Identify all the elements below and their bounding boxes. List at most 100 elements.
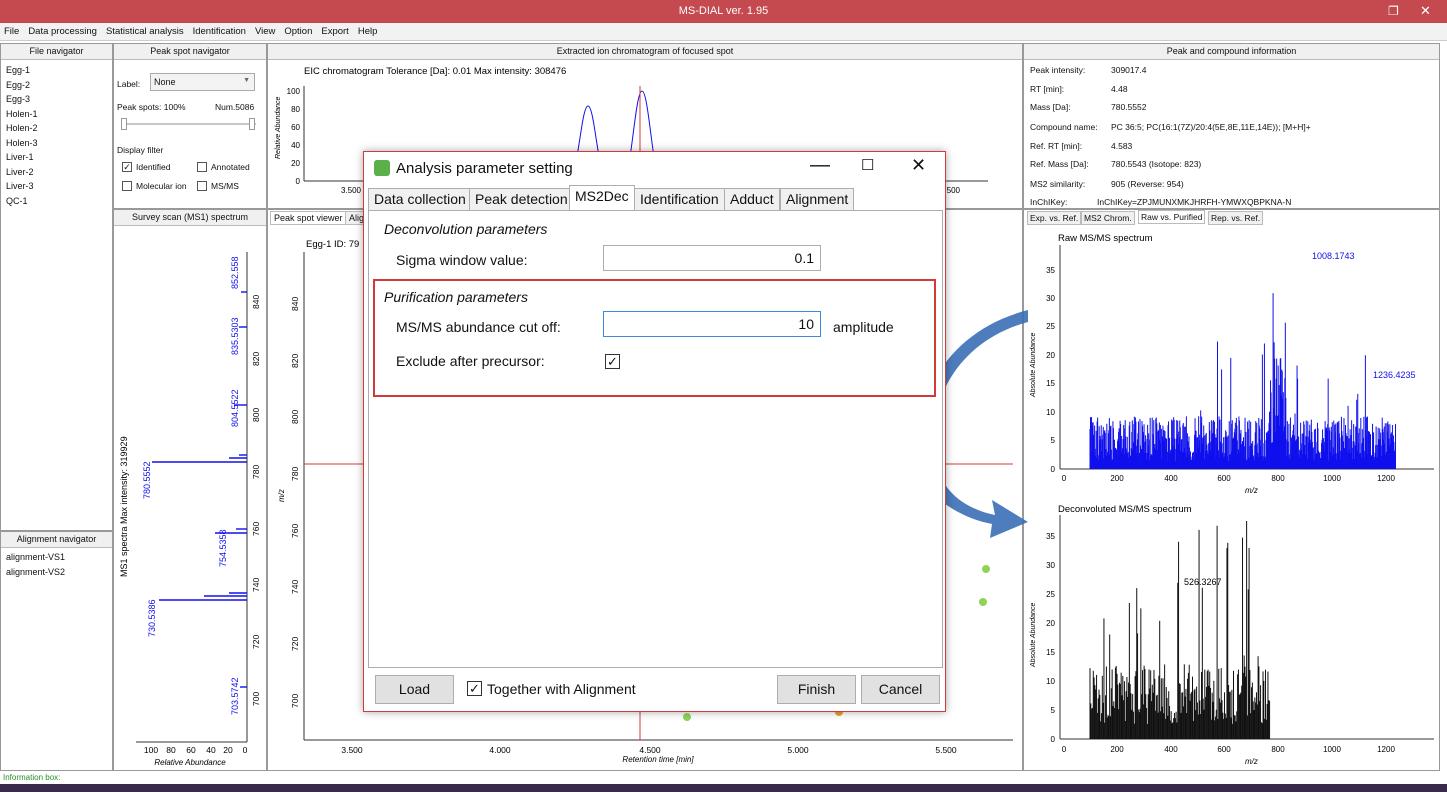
menu-help[interactable]: Help [354,23,383,37]
alignment-item[interactable]: alignment-VS1 [1,550,112,565]
peak-spot-navigator-panel: Peak spot navigator Label: None ▼ Peak sp… [113,43,267,209]
msms-checkbox[interactable]: MS/MS [197,180,239,192]
menu-file[interactable]: File [0,23,24,37]
tab-adduct[interactable]: Adduct [724,188,780,210]
info-value: 309017.4 [1111,65,1147,75]
tab-peak-spot-viewer[interactable]: Peak spot viewer [270,211,347,225]
file-item[interactable]: QC-1 [1,194,112,209]
peak-viewer-yticks: 840 820 800 780 760 740 720 700 [290,297,300,708]
app-icon [374,160,390,176]
tick-label: 800 [290,410,300,424]
menu-export[interactable]: Export [317,23,353,37]
file-item[interactable]: Holen-1 [1,107,112,122]
survey-xticks: 100 80 60 40 20 0 [144,745,248,755]
label-dropdown[interactable]: None ▼ [150,73,255,91]
peak-spot-dot[interactable] [982,565,990,573]
tab-identification[interactable]: Identification [634,188,725,210]
file-item[interactable]: Egg-3 [1,92,112,107]
info-value: 780.5543 (Isotope: 823) [1111,159,1202,169]
check-icon: ✓ [469,681,480,696]
info-value: 780.5552 [1111,102,1147,112]
raw-peak-label: 1008.1743 [1312,251,1355,261]
tick-label: 100 [287,87,301,96]
file-item[interactable]: Egg-2 [1,78,112,93]
minimize-icon[interactable]: — [810,154,830,177]
tick-label: 25 [1046,590,1055,599]
peak-label: 754.5358 [218,529,228,567]
slider-thumb-right[interactable] [249,118,255,130]
tick-label: 800 [1271,745,1285,754]
tick-label: 5.500 [935,745,957,755]
slider-thumb-left[interactable] [121,118,127,130]
peak-label: 852.558 [230,256,240,289]
identified-label: Identified [136,162,171,172]
check-icon: ✓ [122,161,132,172]
tick-label: 4.000 [489,745,511,755]
tick-label: 700 [290,694,300,708]
file-item[interactable]: Liver-3 [1,179,112,194]
alignment-navigator-panel: Alignment navigator alignment-VS1 alignm… [0,531,113,771]
tick-label: 40 [291,141,300,150]
info-box: Information box: [0,772,1447,784]
tick-label: 60 [291,123,300,132]
menu-statistical-analysis[interactable]: Statistical analysis [102,23,189,37]
file-item[interactable]: Liver-2 [1,165,112,180]
peak-filter-slider-track[interactable] [122,123,256,125]
sigma-input[interactable]: 0.1 [603,245,821,271]
survey-peak-labels: 852.558 835.5303 804.5522 780.5552 754.5… [142,256,240,715]
tick-label: 20 [291,159,300,168]
peak-spot-dot[interactable] [979,598,987,606]
file-item[interactable]: Holen-2 [1,121,112,136]
survey-scan-panel: Survey scan (MS1) spectrum MS1 spectra M… [113,209,267,771]
menu-identification[interactable]: Identification [189,23,251,37]
menu-view[interactable]: View [251,23,280,37]
alignment-item[interactable]: alignment-VS2 [1,565,112,580]
tab-peak-detection[interactable]: Peak detection [469,188,574,210]
restore-icon[interactable]: ❐ [1388,4,1399,18]
load-button[interactable]: Load [375,675,454,704]
info-value: PC 36:5; PC(16:1(7Z)/20:4(5E,8E,11E,14E)… [1111,122,1311,132]
cutoff-input[interactable]: 10 [603,311,821,337]
tick-label: 15 [1046,648,1055,657]
exclude-checkbox[interactable]: ✓ [605,354,620,369]
label-caption: Label: [117,79,141,89]
tab-alignment[interactable]: Alignment [780,188,855,210]
info-key: Compound name: [1030,122,1098,132]
tab-rep-vs-ref[interactable]: Rep. vs. Ref. [1208,211,1264,225]
together-checkbox[interactable]: ✓ [467,681,482,696]
tick-label: 780 [290,467,300,481]
tab-ms2-chrom[interactable]: MS2 Chrom. [1081,211,1135,225]
finish-button[interactable]: Finish [777,675,856,704]
deconv-ylabel: Absolute Abundance [1030,603,1037,668]
annotated-checkbox[interactable]: Annotated [197,161,250,173]
tick-label: 760 [290,524,300,538]
tick-label: 820 [251,352,261,366]
file-item[interactable]: Holen-3 [1,136,112,151]
tick-label: 15 [1046,379,1055,388]
peak-spot-dot[interactable] [683,713,691,721]
identified-checkbox[interactable]: ✓ Identified [122,161,171,173]
menu-option[interactable]: Option [280,23,317,37]
close-icon[interactable]: ✕ [911,155,926,176]
maximize-icon[interactable]: ☐ [861,156,874,174]
cancel-button[interactable]: Cancel [861,675,940,704]
dialog-title: Analysis parameter setting [396,160,573,177]
file-item[interactable]: Liver-1 [1,150,112,165]
tick-label: 1000 [1323,745,1341,754]
tab-data-collection[interactable]: Data collection [368,188,472,210]
eic-title: EIC chromatogram Tolerance [Da]: 0.01 Ma… [304,66,566,77]
tab-raw-vs-purified[interactable]: Raw vs. Purified [1138,210,1206,224]
tick-label: 5.000 [787,745,809,755]
tab-exp-vs-ref[interactable]: Exp. vs. Ref. [1027,211,1082,225]
menu-data-processing[interactable]: Data processing [24,23,102,37]
file-item[interactable]: Egg-1 [1,63,112,78]
raw-xlabel: m/z [1245,486,1258,495]
tab-ms2dec[interactable]: MS2Dec [569,185,635,211]
survey-scan-chart: MS1 spectra Max intensity: 319929 Relati… [119,252,261,767]
display-filter-label: Display filter [117,145,164,155]
file-navigator-header: File navigator [1,44,112,60]
close-icon[interactable]: ✕ [1420,3,1431,19]
tick-label: 100 [144,745,158,755]
molecular-ion-checkbox[interactable]: Molecular ion [122,180,187,192]
tick-label: 700 [251,692,261,706]
